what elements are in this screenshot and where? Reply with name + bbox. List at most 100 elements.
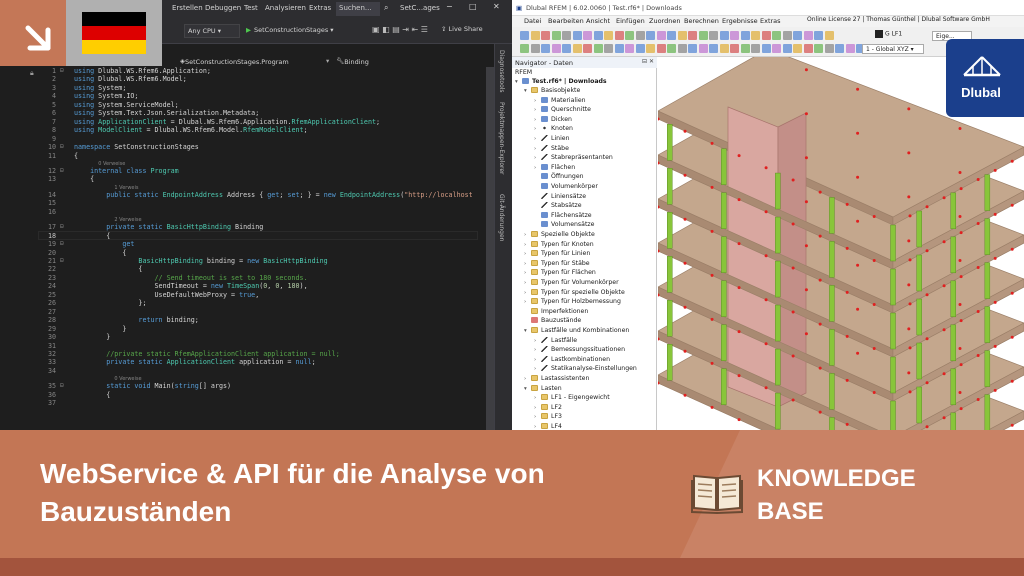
toolbar-tool-icon[interactable] xyxy=(730,44,739,53)
tree-item[interactable]: › Linien xyxy=(534,134,570,143)
tree-item[interactable]: Flächensätze xyxy=(534,211,592,220)
toolbar-tool-icon[interactable] xyxy=(772,31,781,40)
toolbar-tool-icon[interactable] xyxy=(740,31,750,40)
toolbar-tool-icon[interactable] xyxy=(761,31,771,40)
fold-toggle-icon[interactable]: ⊟ xyxy=(60,167,64,174)
side-tab-solution-explorer[interactable]: Projektmappen-Explorer xyxy=(498,102,505,174)
toolbar-tool-icon[interactable] xyxy=(698,31,708,40)
rfem-menu-ansicht[interactable]: Ansicht xyxy=(586,17,610,25)
tree-item[interactable]: › Typen für Volumenkörper xyxy=(524,278,619,287)
toolbar-tool-icon[interactable] xyxy=(824,31,834,40)
tree-item[interactable]: › LF4 xyxy=(534,422,562,430)
toolbar-tool-icon[interactable] xyxy=(688,31,697,40)
rfem-menu-einfuegen[interactable]: Einfügen xyxy=(616,17,645,25)
toolbar-tool-icon[interactable] xyxy=(583,31,592,40)
toolbar-tool-icon[interactable] xyxy=(625,44,634,53)
toolbar-tool-icon[interactable] xyxy=(530,31,540,40)
toolbar-tool-icon[interactable] xyxy=(782,31,792,40)
fold-toggle-icon[interactable]: ⊟ xyxy=(60,382,64,389)
toolbar-tool-icon[interactable] xyxy=(646,31,655,40)
toolbar-tool-icon[interactable] xyxy=(793,44,802,53)
tree-item[interactable]: › Lastassistenten xyxy=(524,374,589,383)
vs-menu-extras[interactable]: Extras xyxy=(309,4,331,12)
close-icon[interactable]: ✕ xyxy=(493,2,500,11)
fold-toggle-icon[interactable]: ⊟ xyxy=(60,143,64,150)
tree-item[interactable]: Stabsätze xyxy=(534,201,582,210)
expand-right-icon[interactable]: › xyxy=(534,423,541,430)
editor-scrollbar[interactable] xyxy=(486,67,494,430)
vs-menu-test[interactable]: Test xyxy=(244,4,258,12)
fold-toggle-icon[interactable]: ⊟ xyxy=(60,223,64,230)
vs-search-box[interactable]: Suchen... xyxy=(336,2,380,16)
vs-menu-analysieren[interactable]: Analysieren xyxy=(265,4,306,12)
member-dropdown-arrow[interactable]: ▾ xyxy=(326,57,329,65)
tree-item[interactable]: › Lastkombinationen xyxy=(534,355,610,364)
tree-item[interactable]: › Spezielle Objekte xyxy=(524,230,595,239)
rfem-menu-extras[interactable]: Extras xyxy=(760,17,781,25)
toolbar-tool-icon[interactable] xyxy=(667,44,676,53)
type-dropdown[interactable]: ◈ SetConstructionStages.Program xyxy=(180,57,289,66)
toolbar-tool-icon[interactable] xyxy=(520,44,529,53)
load-case-selector[interactable]: G LF1 xyxy=(875,30,902,38)
toolbar-tool-icon[interactable] xyxy=(541,31,550,40)
toolbar-icons[interactable]: ▣ ◧ ▤ ⇥ ⇤ ☰ xyxy=(372,25,428,34)
view-dropdown[interactable]: 1 - Global XYZ ▾ xyxy=(862,44,924,54)
maximize-icon[interactable]: □ xyxy=(469,2,477,11)
tree-item[interactable]: › LF2 xyxy=(534,403,562,412)
toolbar-tool-icon[interactable] xyxy=(520,31,529,40)
code-editor[interactable]: 1 ⊟ using Dlubal.WS.Rfem6.Application; 2 usi… xyxy=(38,67,490,430)
rfem-menu-zuordnen[interactable]: Zuordnen xyxy=(649,17,680,25)
toolbar-tool-icon[interactable] xyxy=(593,31,603,40)
rfem-menu-bearbeiten[interactable]: Bearbeiten xyxy=(548,17,584,25)
rfem-menu-ergebnisse[interactable]: Ergebnisse xyxy=(722,17,758,25)
tree-file[interactable]: ▾ Test.rf6* | Downloads xyxy=(515,77,607,86)
toolbar-tool-icon[interactable] xyxy=(698,44,708,53)
tree-item[interactable]: › Flächen xyxy=(534,163,575,172)
tree-item[interactable]: ▾ Lastfälle und Kombinationen xyxy=(524,326,629,335)
vs-menu-debuggen[interactable]: Debuggen xyxy=(205,4,241,12)
tree-item[interactable]: › Stabrepräsentanten xyxy=(534,153,613,162)
tree-item[interactable]: › Typen für Flächen xyxy=(524,268,596,277)
tree-item[interactable]: Volumenkörper xyxy=(534,182,598,191)
tree-item[interactable]: ▾ Basisobjekte xyxy=(524,86,580,95)
toolbar-tool-icon[interactable] xyxy=(677,44,687,53)
toolbar-tool-icon[interactable] xyxy=(814,44,823,53)
live-share-button[interactable]: ⇪ Live Share xyxy=(441,25,483,33)
platform-dropdown[interactable]: Any CPU ▾ xyxy=(184,24,240,38)
fold-toggle-icon[interactable]: ⊟ xyxy=(60,67,64,74)
toolbar-tool-icon[interactable] xyxy=(719,44,729,53)
toolbar-tool-icon[interactable] xyxy=(635,44,645,53)
tree-item[interactable]: › Typen für Knoten xyxy=(524,240,594,249)
member-dropdown[interactable]: 🔧︎ Binding xyxy=(336,57,369,66)
side-tab-git-changes[interactable]: Git-Änderungen xyxy=(498,194,505,241)
tree-item[interactable]: › Statikanalyse-Einstellungen xyxy=(534,364,637,373)
tree-item[interactable]: › Lastfälle xyxy=(534,336,577,345)
tree-item[interactable]: ▾ Lasten xyxy=(524,384,562,393)
tree-item[interactable]: › Typen für Holzbemessung xyxy=(524,297,621,306)
toolbar-tool-icon[interactable] xyxy=(604,44,613,53)
rfem-menu-datei[interactable]: Datei xyxy=(524,17,541,25)
expand-down-icon[interactable]: ▾ xyxy=(524,385,531,394)
toolbar-tool-icon[interactable] xyxy=(614,44,624,53)
toolbar-tool-icon[interactable] xyxy=(604,31,613,40)
vs-menu-erstellen[interactable]: Erstellen xyxy=(172,4,203,12)
tree-item[interactable]: › Bemessungssituationen xyxy=(534,345,625,354)
toolbar-tool-icon[interactable] xyxy=(667,31,676,40)
fold-toggle-icon[interactable]: ⊟ xyxy=(60,257,64,264)
fold-toggle-icon[interactable]: ⊟ xyxy=(60,240,64,247)
expand-down-icon[interactable]: ▾ xyxy=(515,78,522,87)
run-button[interactable]: ▶ SetConstructionStages ▾ xyxy=(246,26,334,34)
tree-item[interactable]: Liniensätze xyxy=(534,192,586,201)
expand-down-icon[interactable]: ▾ xyxy=(524,87,531,96)
toolbar-tool-icon[interactable] xyxy=(782,44,792,53)
toolbar-tool-icon[interactable] xyxy=(530,44,540,53)
tree-item[interactable]: › Stäbe xyxy=(534,144,569,153)
tree-item[interactable]: › Typen für Linien xyxy=(524,249,590,258)
tree-item[interactable]: › Dicken xyxy=(534,115,572,124)
tree-item[interactable]: › Knoten xyxy=(534,124,573,133)
toolbar-tool-icon[interactable] xyxy=(572,31,582,40)
toolbar-tool-icon[interactable] xyxy=(772,44,781,53)
toolbar-tool-icon[interactable] xyxy=(793,31,802,40)
toolbar-tool-icon[interactable] xyxy=(625,31,634,40)
tree-item[interactable]: › Typen für Stäbe xyxy=(524,259,590,268)
